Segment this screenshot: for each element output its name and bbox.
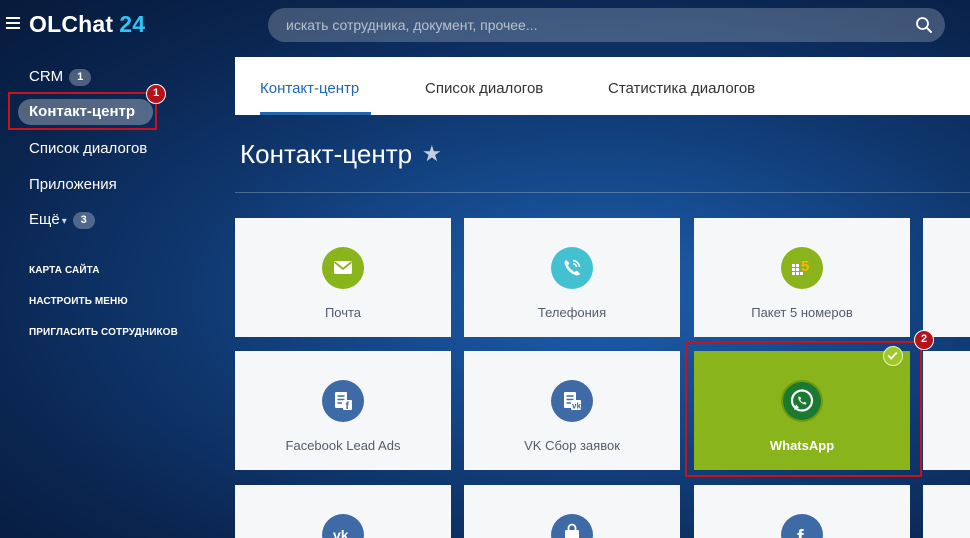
tile-partial[interactable] xyxy=(923,351,970,470)
tab-bar: Контакт-центр Список диалогов Статистика… xyxy=(235,57,970,115)
tile-mail[interactable]: Почта xyxy=(235,218,451,337)
tile-vk[interactable]: vk xyxy=(235,485,451,538)
logo-text: OLChat xyxy=(29,11,114,37)
tile-label: Facebook Lead Ads xyxy=(285,438,401,453)
sidebar-item-dialogs[interactable]: Список диалогов xyxy=(29,140,147,157)
logo[interactable]: OLChat 24 xyxy=(29,11,145,38)
phone-icon xyxy=(551,247,593,289)
counter-badge: 3 xyxy=(72,212,95,229)
tile-vk-leads[interactable]: vk VK Сбор заявок xyxy=(464,351,680,470)
tile-facebook-lead-ads[interactable]: f Facebook Lead Ads xyxy=(235,351,451,470)
sidebar-item-label: Ещё xyxy=(29,211,60,228)
star-icon[interactable]: ★ xyxy=(422,141,442,167)
search-input[interactable] xyxy=(286,8,906,42)
tile-telephony[interactable]: Телефония xyxy=(464,218,680,337)
tab-dialog-stats[interactable]: Статистика диалогов xyxy=(608,80,755,97)
divider xyxy=(235,192,970,193)
search-icon[interactable] xyxy=(915,16,933,34)
tile-online-store[interactable] xyxy=(464,485,680,538)
sidebar-item-label: Приложения xyxy=(29,176,117,193)
tile-facebook[interactable]: f xyxy=(694,485,910,538)
mail-icon xyxy=(322,247,364,289)
tile-partial[interactable] xyxy=(923,485,970,538)
svg-text:f: f xyxy=(797,527,804,538)
tab-contact-center[interactable]: Контакт-центр xyxy=(260,80,359,97)
facebook-leads-icon: f xyxy=(322,380,364,422)
tile-label: Телефония xyxy=(537,305,607,320)
counter-badge: 1 xyxy=(69,69,92,86)
sidebar-item-label: CRM xyxy=(29,68,64,85)
invite-users-link[interactable]: ПРИГЛАСИТЬ СОТРУДНИКОВ xyxy=(29,327,178,338)
sidebar-item-apps[interactable]: Приложения xyxy=(29,176,117,193)
facebook-icon: f xyxy=(781,514,823,538)
sitemap-link[interactable]: КАРТА САЙТА xyxy=(29,265,100,276)
step-marker-2: 2 xyxy=(914,330,934,350)
tile-label: Почта xyxy=(324,305,362,320)
search-bar xyxy=(268,8,945,42)
active-tab-indicator xyxy=(260,112,371,115)
shopping-bag-icon xyxy=(551,514,593,538)
icon-number: 5 xyxy=(801,258,809,275)
tile-label: Пакет 5 номеров xyxy=(751,305,853,320)
page-title: Контакт-центр xyxy=(240,139,413,169)
tile-five-numbers[interactable]: 5 Пакет 5 номеров xyxy=(694,218,910,337)
menu-icon[interactable] xyxy=(6,17,20,29)
configure-menu-link[interactable]: НАСТРОИТЬ МЕНЮ xyxy=(29,296,128,307)
sidebar-item-label: Список диалогов xyxy=(29,140,148,157)
svg-text:vk: vk xyxy=(333,527,349,538)
tile-partial[interactable] xyxy=(923,218,970,337)
chevron-down-icon: ▾ xyxy=(61,216,67,227)
vk-icon: vk xyxy=(322,514,364,538)
five-numbers-icon: 5 xyxy=(781,247,823,289)
vk-leads-icon: vk xyxy=(551,380,593,422)
sidebar-item-crm[interactable]: CRM 1 xyxy=(29,68,92,86)
highlight-box-1 xyxy=(8,92,157,130)
step-marker-1: 1 xyxy=(146,84,166,104)
tile-label: VK Сбор заявок xyxy=(524,438,620,453)
sidebar-item-more[interactable]: Ещё ▾ 3 xyxy=(29,211,95,229)
highlight-box-2 xyxy=(685,341,922,477)
svg-text:vk: vk xyxy=(572,402,581,411)
logo-number: 24 xyxy=(119,11,146,37)
tab-dialog-list[interactable]: Список диалогов xyxy=(425,80,543,97)
